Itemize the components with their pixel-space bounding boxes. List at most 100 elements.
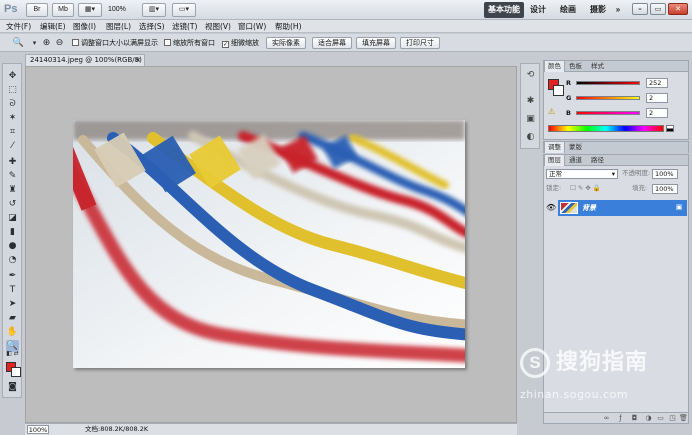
blur-icon[interactable]: ●: [6, 240, 19, 252]
move-icon[interactable]: ✥: [6, 70, 19, 82]
black-white-swatch[interactable]: [666, 125, 674, 132]
minibridge-button[interactable]: Mb: [52, 3, 74, 17]
history-panel-icon[interactable]: ⟲: [525, 70, 536, 81]
out-of-gamut-warning-icon[interactable]: ⚠: [548, 107, 555, 116]
default-colors-icon[interactable]: ◧ ⇄: [6, 350, 19, 358]
background-color-swatch[interactable]: [11, 367, 21, 377]
blue-slider[interactable]: B 2: [566, 108, 684, 118]
new-layer-icon[interactable]: ◳: [668, 414, 677, 423]
blue-value-field[interactable]: 2: [646, 108, 668, 118]
zoom-out-icon[interactable]: ⊖: [53, 37, 66, 49]
dodge-icon[interactable]: ◔: [6, 254, 19, 266]
tab-color[interactable]: 颜色: [544, 61, 565, 72]
workspace-essentials[interactable]: 基本功能: [484, 2, 524, 18]
workspace-design[interactable]: 设计: [528, 2, 548, 18]
print-size-button[interactable]: 打印尺寸: [400, 37, 440, 49]
tab-adjustments[interactable]: 调整: [544, 142, 565, 153]
zoom-in-icon[interactable]: ⊕: [40, 37, 53, 49]
close-document-icon[interactable]: ×: [135, 55, 141, 66]
info-panel-icon[interactable]: ▣: [525, 114, 536, 125]
fill-field[interactable]: 100%: [652, 184, 678, 194]
eyedropper-icon[interactable]: ⁄: [6, 140, 19, 152]
red-track[interactable]: [576, 81, 640, 85]
zoom-tool-preset-icon[interactable]: 🔍: [12, 37, 25, 49]
link-icon[interactable]: ∞: [602, 414, 611, 423]
tab-swatches[interactable]: 色板: [566, 61, 585, 72]
restore-icon[interactable]: ▭: [650, 3, 666, 15]
shape-icon[interactable]: ▰: [6, 312, 19, 324]
group-folder-icon[interactable]: ▭: [656, 414, 665, 423]
type-icon[interactable]: T: [6, 284, 19, 296]
tab-styles[interactable]: 样式: [588, 61, 607, 72]
minimize-icon[interactable]: –: [632, 3, 648, 15]
lock-icons[interactable]: ☐ ✎ ✥ 🔒: [570, 183, 601, 194]
hand-icon[interactable]: ✋: [6, 326, 19, 338]
green-slider[interactable]: G 2: [566, 93, 684, 103]
tab-masks[interactable]: 蒙版: [566, 142, 585, 153]
navigator-panel-icon[interactable]: ✱: [525, 96, 536, 107]
quick-mask-icon[interactable]: ◙: [6, 381, 19, 393]
stamp-icon[interactable]: ♜: [6, 184, 19, 196]
menu-select[interactable]: 选择(S): [139, 20, 165, 33]
tab-paths[interactable]: 路径: [588, 155, 607, 166]
opacity-field[interactable]: 100%: [652, 169, 678, 179]
workspace-photography[interactable]: 摄影: [588, 2, 608, 18]
fx-icon[interactable]: ƒ: [616, 414, 625, 423]
color-panel-background-swatch[interactable]: [553, 85, 564, 96]
blue-track[interactable]: [576, 111, 640, 115]
crop-icon[interactable]: ⌗: [6, 126, 19, 138]
actual-pixels-button[interactable]: 实际像素: [266, 37, 306, 49]
document-tab[interactable]: 24140314.jpeg @ 100%(RGB/8) ×: [25, 54, 145, 66]
red-slider[interactable]: R 252: [566, 78, 684, 88]
screen-mode-button[interactable]: ▭▾: [172, 3, 196, 17]
menu-file[interactable]: 文件(F): [6, 20, 31, 33]
color-spectrum-bar[interactable]: [548, 125, 664, 132]
blend-mode-dropdown[interactable]: 正常 ▾: [546, 169, 618, 179]
watermark-text: 搜狗指南: [556, 350, 649, 375]
history-brush-icon[interactable]: ↺: [6, 198, 19, 210]
menu-edit[interactable]: 编辑(E): [40, 20, 66, 33]
zoom-level-dropdown[interactable]: 100%: [108, 3, 126, 17]
menu-filter[interactable]: 滤镜(T): [172, 20, 197, 33]
close-icon[interactable]: ✕: [668, 3, 688, 15]
green-value-field[interactable]: 2: [646, 93, 668, 103]
mask-icon[interactable]: ◘: [630, 414, 639, 423]
path-select-icon[interactable]: ➤: [6, 298, 19, 310]
heal-icon[interactable]: ✚: [6, 156, 19, 168]
fit-screen-button[interactable]: 适合屏幕: [312, 37, 352, 49]
bridge-button[interactable]: Br: [26, 3, 48, 17]
more-workspaces-button[interactable]: »: [612, 2, 624, 18]
menu-view[interactable]: 视图(V): [205, 20, 231, 33]
canvas-area[interactable]: [25, 66, 517, 423]
eraser-icon[interactable]: ◪: [6, 212, 19, 224]
document-image[interactable]: [73, 120, 465, 368]
gradient-icon[interactable]: ▮: [6, 226, 19, 238]
brush-icon[interactable]: ✎: [6, 170, 19, 182]
status-zoom-field[interactable]: 100%: [27, 425, 49, 434]
marquee-icon[interactable]: ⬚: [6, 84, 19, 96]
red-value-field[interactable]: 252: [646, 78, 668, 88]
fill-screen-button[interactable]: 填充屏幕: [356, 37, 396, 49]
green-track[interactable]: [576, 96, 640, 100]
menu-help[interactable]: 帮助(H): [275, 20, 302, 33]
character-panel-icon[interactable]: ◐: [525, 132, 536, 143]
arrange-documents-button[interactable]: ▥▾: [142, 3, 166, 17]
zoom-all-windows-checkbox[interactable]: 缩放所有窗口: [164, 39, 215, 48]
menu-window[interactable]: 窗口(W): [238, 20, 266, 33]
eye-icon[interactable]: 👁: [546, 203, 556, 213]
document-size-info[interactable]: 文档:808.2K/808.2K: [85, 424, 148, 435]
pen-icon[interactable]: ✒: [6, 270, 19, 282]
adjustment-layer-icon[interactable]: ◑: [644, 414, 653, 423]
magic-wand-icon[interactable]: ✶: [6, 112, 19, 124]
menu-layer[interactable]: 图层(L): [106, 20, 131, 33]
tab-channels[interactable]: 通道: [566, 155, 585, 166]
scrubby-zoom-checkbox[interactable]: ✓ 细微缩放: [222, 39, 259, 48]
layer-background[interactable]: 背景 ▣: [558, 200, 687, 216]
tab-layers[interactable]: 图层: [544, 155, 565, 166]
view-extras-button[interactable]: ▦▾: [78, 3, 102, 17]
workspace-painting[interactable]: 绘画: [558, 2, 578, 18]
trash-icon[interactable]: 🗑: [679, 414, 688, 423]
menu-image[interactable]: 图像(I): [73, 20, 96, 33]
resize-windows-checkbox[interactable]: 调整窗口大小以满屏显示: [72, 39, 158, 48]
lasso-icon[interactable]: ᘐ: [6, 98, 19, 110]
